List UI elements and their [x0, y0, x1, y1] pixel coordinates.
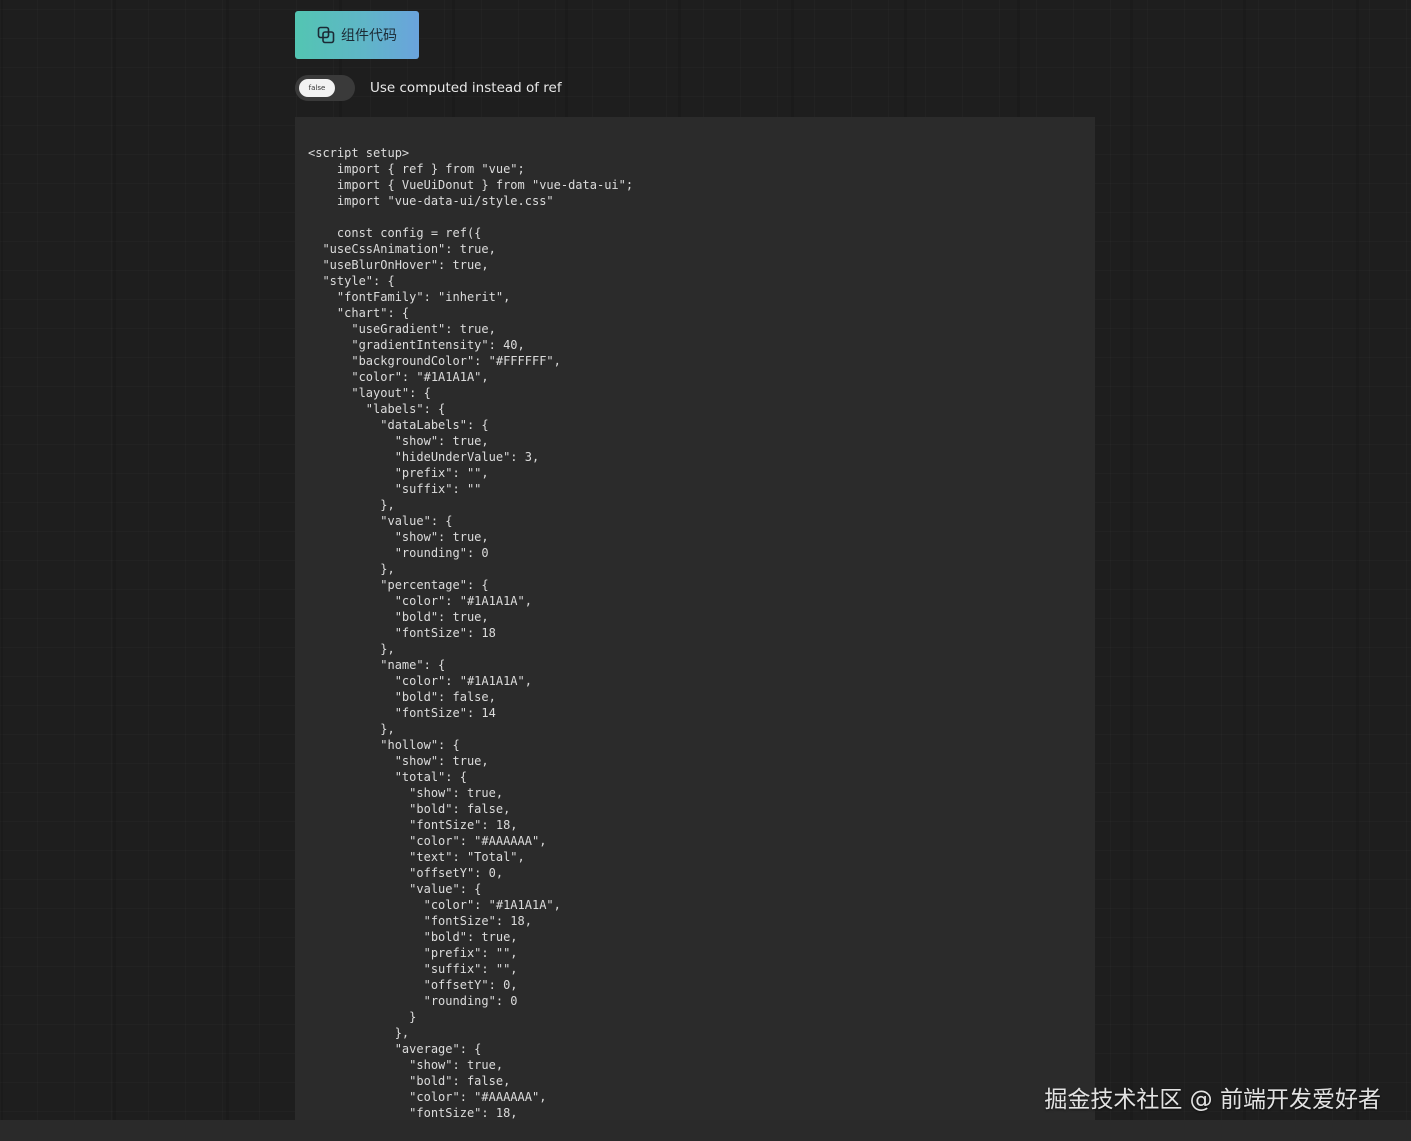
copy-component-code-button[interactable]: 组件代码 — [295, 11, 419, 59]
code-block[interactable]: <script setup> import { ref } from "vue"… — [295, 117, 1095, 1127]
computed-toggle[interactable]: false — [295, 75, 355, 101]
copy-button-label: 组件代码 — [341, 28, 397, 44]
footer-strip — [0, 1120, 1411, 1141]
toggle-knob: false — [299, 79, 335, 97]
watermark: 掘金技术社区 @ 前端开发爱好者 — [1044, 1087, 1381, 1113]
code-text: <script setup> import { ref } from "vue"… — [308, 146, 634, 1120]
toggle-label: Use computed instead of ref — [370, 80, 562, 96]
computed-toggle-row: false Use computed instead of ref — [295, 75, 562, 101]
copy-icon — [317, 26, 335, 44]
